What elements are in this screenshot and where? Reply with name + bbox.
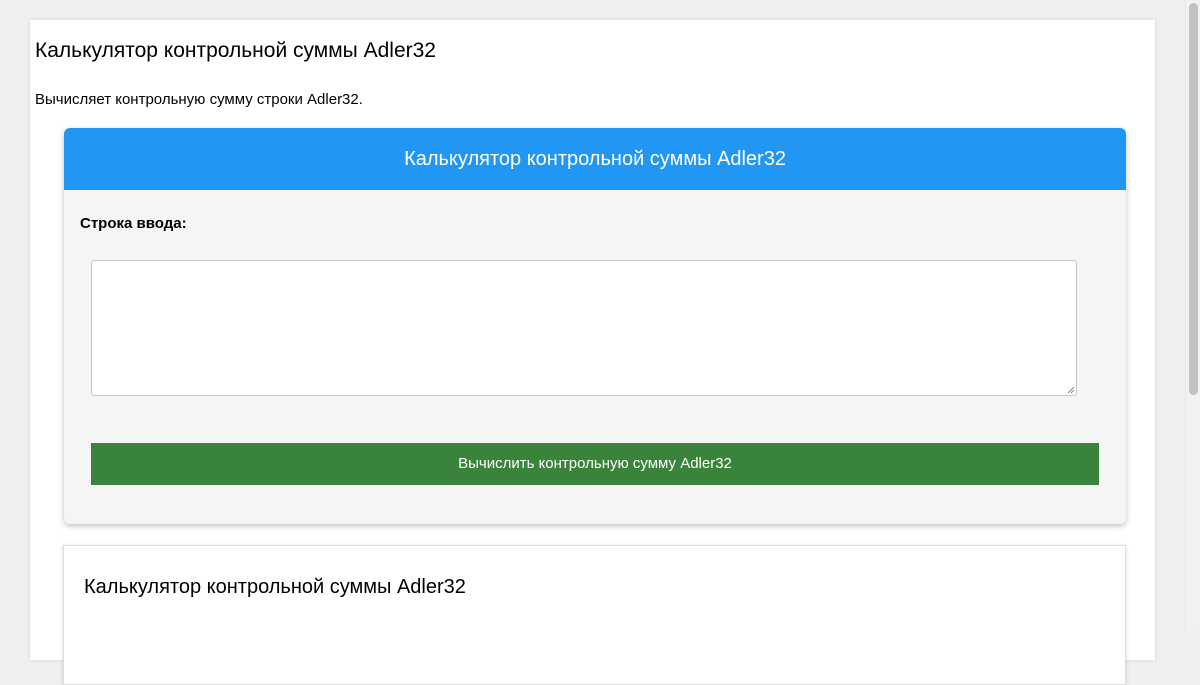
scrollbar-thumb[interactable]	[1189, 3, 1198, 395]
page-scrollbar[interactable]	[1185, 0, 1200, 630]
input-string-field[interactable]	[91, 260, 1077, 396]
page-title: Калькулятор контрольной суммы Adler32	[35, 39, 436, 62]
page-container: Калькулятор контрольной суммы Adler32 Вы…	[30, 20, 1155, 685]
calculator-header: Калькулятор контрольной суммы Adler32	[64, 128, 1126, 190]
calculator-card: Калькулятор контрольной суммы Adler32 Ст…	[64, 128, 1126, 524]
input-label: Строка ввода:	[80, 215, 187, 232]
page-description: Вычисляет контрольную сумму строки Adler…	[35, 91, 363, 108]
resize-grip-icon[interactable]	[1067, 386, 1075, 394]
info-card: Калькулятор контрольной суммы Adler32	[63, 545, 1126, 685]
info-card-title: Калькулятор контрольной суммы Adler32	[84, 576, 466, 598]
calculate-button[interactable]: Вычислить контрольную сумму Adler32	[91, 443, 1099, 485]
